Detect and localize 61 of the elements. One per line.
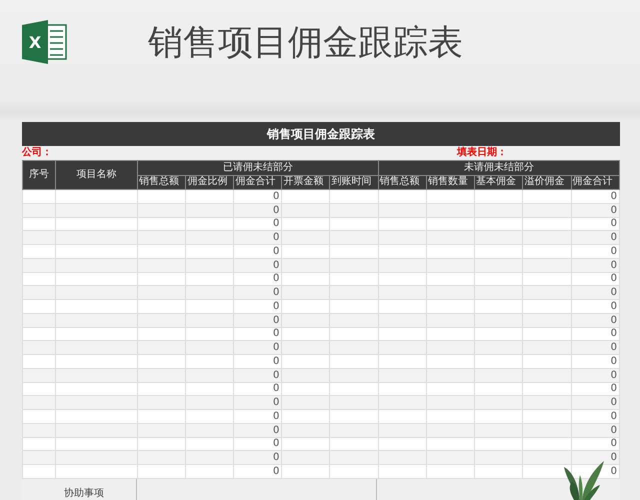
table-cell: 0 [234, 340, 282, 354]
table-cell: 0 [234, 300, 282, 314]
column-header: 销售数量 [426, 175, 475, 190]
table-cell: 0 [571, 230, 620, 244]
group-header: 已请佣未结部分 [138, 160, 378, 175]
column-header: 项目名称 [56, 160, 138, 190]
table-cell: 0 [234, 217, 282, 231]
table-cell: 0 [571, 382, 620, 396]
column-header: 溢价佣金 [522, 175, 572, 190]
table-cell: 0 [571, 313, 620, 327]
column-header: 销售总额 [378, 175, 426, 190]
logo-letter: X [28, 33, 42, 52]
table-cell: 0 [571, 286, 620, 300]
table-cell: 0 [571, 272, 620, 286]
table-cell: 0 [571, 203, 620, 217]
column-header: 佣金合计 [571, 175, 620, 190]
table-cell: 0 [234, 286, 282, 300]
table-cell: 0 [571, 300, 620, 314]
page-title: 销售项目佣金跟踪表 [148, 26, 463, 61]
table-cell: 0 [234, 368, 282, 382]
table-cell: 0 [234, 230, 282, 244]
column-header: 佣金比例 [186, 175, 234, 190]
table-cell: 0 [234, 258, 282, 272]
date-label: 填表日期： [457, 146, 507, 160]
table-cell: 0 [571, 190, 620, 204]
table-cell: 0 [234, 354, 282, 368]
table-cell: 0 [571, 217, 620, 231]
table-cell: 0 [571, 423, 620, 437]
table-cell: 0 [571, 244, 620, 258]
table-cell: 0 [571, 437, 620, 451]
table-cell: 0 [234, 327, 282, 341]
table-cell: 0 [234, 410, 282, 424]
table-cell: 0 [234, 203, 282, 217]
table-cell: 0 [571, 327, 620, 341]
sheet-title: 销售项目佣金跟踪表 [22, 122, 620, 146]
group-header: 未请佣未结部分 [378, 160, 620, 175]
table-cell: 0 [571, 410, 620, 424]
table-cell: 0 [234, 313, 282, 327]
column-header: 开票金额 [282, 175, 330, 190]
table-cell: 0 [571, 450, 620, 464]
table-cell: 0 [234, 382, 282, 396]
column-header: 佣金合计 [234, 175, 282, 190]
table-cell: 0 [234, 190, 282, 204]
table-cell: 0 [571, 354, 620, 368]
column-header: 序号 [22, 160, 56, 190]
table-cell: 0 [234, 464, 282, 478]
table-cell: 0 [234, 396, 282, 410]
table-cell: 0 [571, 368, 620, 382]
table-cell: 0 [234, 450, 282, 464]
table-cell: 0 [234, 244, 282, 258]
column-header: 基本佣金 [474, 175, 523, 190]
table-cell: 0 [571, 340, 620, 354]
column-header: 销售总额 [138, 175, 186, 190]
table-cell: 0 [234, 272, 282, 286]
table-cell: 0 [234, 437, 282, 451]
table-cell: 0 [571, 258, 620, 272]
company-label: 公司： [22, 146, 52, 160]
table-cell: 0 [571, 396, 620, 410]
column-header: 到账时间 [330, 175, 378, 190]
table-cell: 0 [234, 423, 282, 437]
footer-label: 协助事项 [64, 488, 104, 499]
